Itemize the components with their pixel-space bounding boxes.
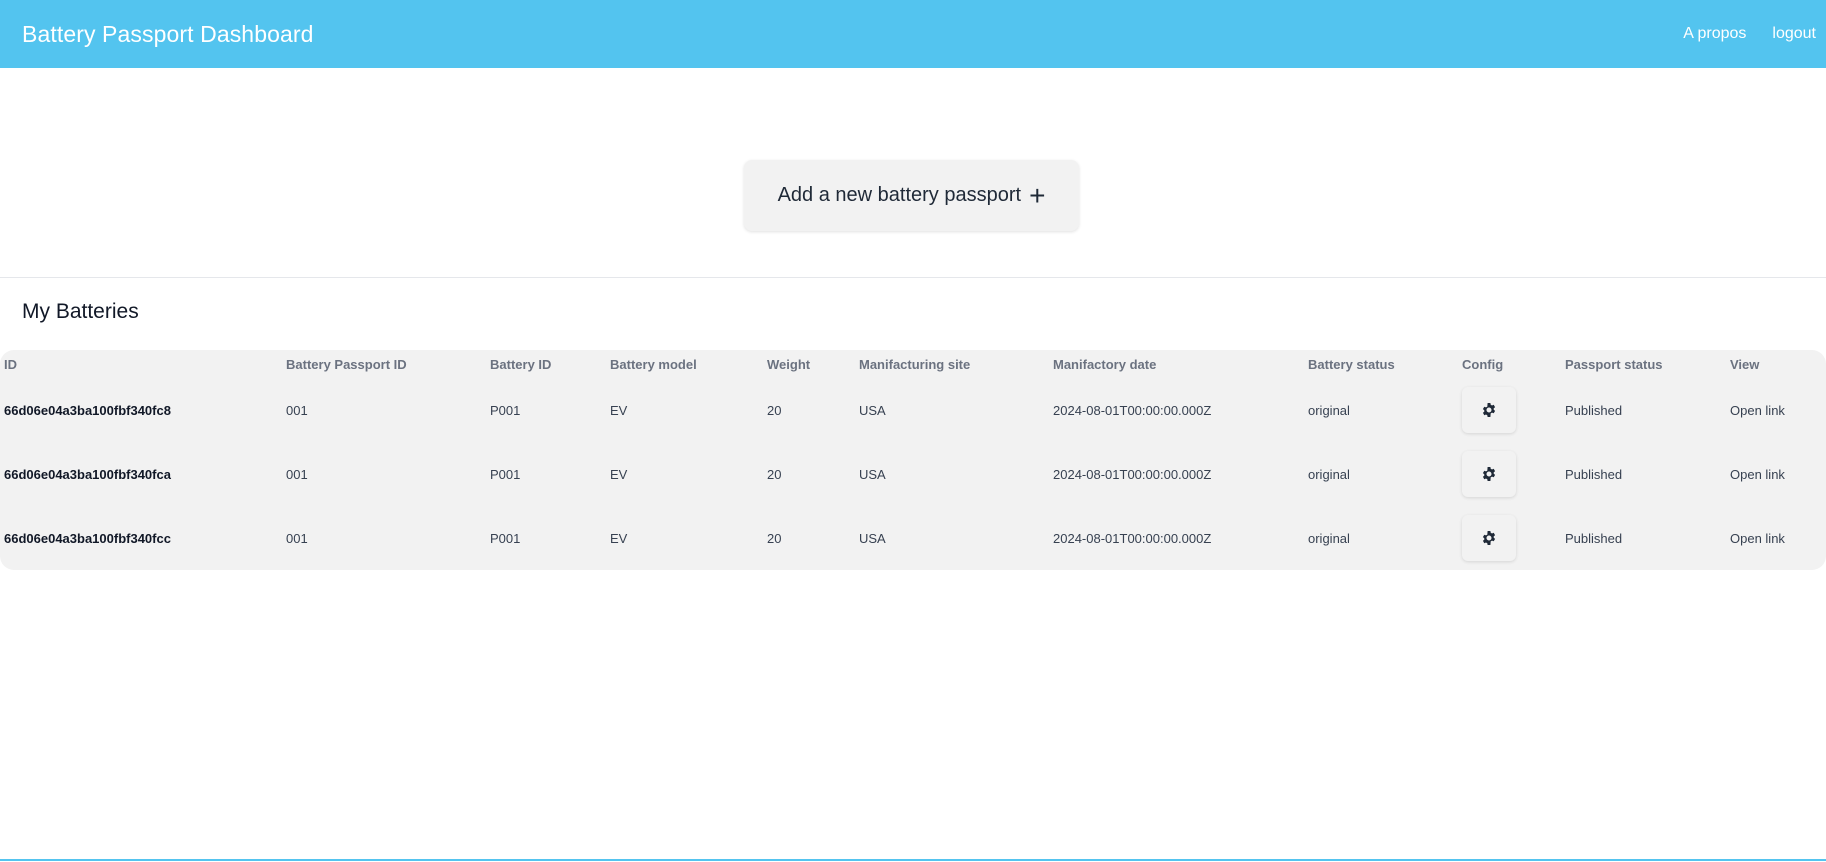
table-row: 66d06e04a3ba100fbf340fca 001 P001 EV 20 … — [0, 442, 1826, 506]
batteries-table: ID Battery Passport ID Battery ID Batter… — [0, 350, 1826, 570]
column-header-date: Manifactory date — [1053, 356, 1157, 372]
column-header-battery-id: Battery ID — [490, 356, 552, 372]
nav-link-logout[interactable]: logout — [1772, 25, 1816, 43]
batteries-table-container: ID Battery Passport ID Battery ID Batter… — [0, 350, 1826, 570]
column-header-config: Config — [1462, 356, 1504, 372]
bottom-border — [0, 859, 1826, 861]
column-header-status: Battery status — [1308, 356, 1395, 372]
cell-battery-model: EV — [610, 466, 628, 482]
cell-passport-status: Published — [1565, 530, 1623, 546]
column-header-battery-model: Battery model — [610, 356, 697, 372]
cell-id: 66d06e04a3ba100fbf340fc8 — [4, 402, 171, 418]
cell-config — [1458, 378, 1561, 442]
cell-site: USA — [859, 530, 886, 546]
cell-passport-id: 001 — [286, 466, 308, 482]
column-header-id: ID — [4, 356, 17, 372]
open-link[interactable]: Open link — [1730, 403, 1785, 418]
cell-battery-model: EV — [610, 530, 628, 546]
config-button[interactable] — [1462, 515, 1516, 561]
cell-battery-id: P001 — [490, 530, 521, 546]
cell-status: original — [1308, 466, 1350, 482]
cell-weight: 20 — [767, 402, 782, 418]
section-title: My Batteries — [22, 300, 139, 323]
cell-passport-status: Published — [1565, 402, 1623, 418]
cell-id: 66d06e04a3ba100fbf340fcc — [4, 530, 171, 546]
gear-icon — [1482, 403, 1496, 417]
cell-date: 2024-08-01T00:00:00.000Z — [1053, 402, 1212, 418]
nav-links: A propos logout — [1683, 25, 1816, 43]
table-header-row: ID Battery Passport ID Battery ID Batter… — [0, 350, 1826, 378]
cell-weight: 20 — [767, 530, 782, 546]
plus-icon: + — [1029, 179, 1046, 211]
cell-id: 66d06e04a3ba100fbf340fca — [4, 466, 171, 482]
config-button[interactable] — [1462, 387, 1516, 433]
add-button-label: Add a new battery passport — [777, 184, 1022, 206]
nav-link-about[interactable]: A propos — [1683, 25, 1746, 43]
cell-passport-id: 001 — [286, 530, 308, 546]
cell-status: original — [1308, 530, 1350, 546]
cell-battery-model: EV — [610, 402, 628, 418]
hero-section: Add a new battery passport + — [0, 68, 1826, 278]
cell-view: Open link — [1726, 378, 1826, 442]
cell-passport-id: 001 — [286, 402, 308, 418]
column-header-passport-status: Passport status — [1565, 356, 1663, 372]
cell-config — [1458, 506, 1561, 570]
column-header-site: Manifacturing site — [859, 356, 971, 372]
cell-date: 2024-08-01T00:00:00.000Z — [1053, 530, 1212, 546]
top-navbar: Battery Passport Dashboard A propos logo… — [0, 0, 1826, 68]
cell-site: USA — [859, 466, 886, 482]
cell-config — [1458, 442, 1561, 506]
column-header-passport-id: Battery Passport ID — [286, 356, 407, 372]
cell-status: original — [1308, 402, 1350, 418]
cell-passport-status: Published — [1565, 466, 1623, 482]
column-header-view: View — [1730, 356, 1760, 372]
cell-date: 2024-08-01T00:00:00.000Z — [1053, 466, 1212, 482]
gear-icon — [1482, 531, 1496, 545]
cell-weight: 20 — [767, 466, 782, 482]
column-header-weight: Weight — [767, 356, 811, 372]
open-link[interactable]: Open link — [1730, 531, 1785, 546]
cell-view: Open link — [1726, 506, 1826, 570]
add-battery-passport-button[interactable]: Add a new battery passport + — [744, 160, 1079, 231]
config-button[interactable] — [1462, 451, 1516, 497]
cell-site: USA — [859, 402, 886, 418]
cell-battery-id: P001 — [490, 402, 521, 418]
cell-battery-id: P001 — [490, 466, 521, 482]
gear-icon — [1482, 467, 1496, 481]
table-row: 66d06e04a3ba100fbf340fcc 001 P001 EV 20 … — [0, 506, 1826, 570]
cell-view: Open link — [1726, 442, 1826, 506]
open-link[interactable]: Open link — [1730, 467, 1785, 482]
table-row: 66d06e04a3ba100fbf340fc8 001 P001 EV 20 … — [0, 378, 1826, 442]
app-title: Battery Passport Dashboard — [22, 20, 314, 47]
